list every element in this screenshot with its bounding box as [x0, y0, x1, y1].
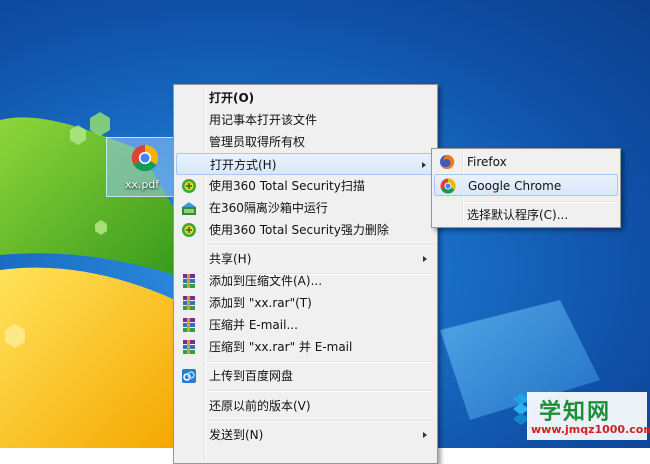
menu-item-add-to-archive[interactable]: 添加到压缩文件(A)... — [176, 270, 435, 292]
menu-item-label: 添加到 "xx.rar"(T) — [209, 296, 312, 310]
menu-item-label: 使用360 Total Security强力删除 — [209, 223, 389, 237]
menu-item-label: 压缩到 "xx.rar" 并 E-mail — [209, 340, 353, 354]
menu-item-label: 打开(O) — [209, 91, 255, 105]
submenu-arrow-icon — [423, 256, 427, 262]
menu-item-compress-and-email[interactable]: 压缩并 E-mail... — [176, 314, 435, 336]
menu-separator — [206, 390, 435, 392]
menu-item-upload-baidu[interactable]: 上传到百度网盘 — [176, 365, 435, 387]
menu-separator — [206, 361, 435, 363]
menu-item-label: 上传到百度网盘 — [209, 369, 294, 383]
submenu-arrow-icon — [422, 162, 426, 168]
desktop-file-name: xx.pdf — [124, 178, 160, 191]
menu-item-360-scan[interactable]: 使用360 Total Security扫描 — [176, 175, 435, 197]
chrome-icon — [131, 144, 159, 172]
menu-item-label: 管理员取得所有权 — [209, 135, 306, 149]
submenu-arrow-icon — [423, 432, 427, 438]
menu-item-add-to-xx-rar[interactable]: 添加到 "xx.rar"(T) — [176, 292, 435, 314]
winrar-icon — [183, 274, 195, 288]
watermark: 学知网 www.jmqz1000.com — [527, 392, 650, 440]
menu-item-label: 共享(H) — [209, 252, 252, 266]
menu-item-label: 用记事本打开该文件 — [209, 113, 318, 127]
menu-item-label: 选择默认程序(C)... — [467, 208, 569, 222]
menu-item-compress-to-xx-rar-and-email[interactable]: 压缩到 "xx.rar" 并 E-mail — [176, 336, 435, 358]
menu-item-label: 在360隔离沙箱中运行 — [209, 201, 328, 215]
menu-item-open-with-notepad[interactable]: 用记事本打开该文件 — [176, 109, 435, 131]
submenu-item-firefox[interactable]: Firefox — [434, 151, 618, 173]
menu-item-360-sandbox[interactable]: 在360隔离沙箱中运行 — [176, 197, 435, 219]
menu-item-label: 添加到压缩文件(A)... — [209, 274, 323, 288]
winrar-icon — [183, 318, 195, 332]
watermark-title: 学知网 — [539, 400, 612, 425]
submenu-item-google-chrome[interactable]: Google Chrome — [434, 174, 618, 196]
menu-separator — [464, 201, 618, 203]
context-menu: 打开(O) 用记事本打开该文件 管理员取得所有权 打开方式(H) 使用360 T… — [173, 84, 438, 464]
submenu-item-choose-default-program[interactable]: 选择默认程序(C)... — [434, 204, 618, 226]
watermark-url: www.jmqz1000.com — [531, 423, 650, 436]
winrar-icon — [183, 296, 195, 310]
menu-item-restore-previous-versions[interactable]: 还原以前的版本(V) — [176, 395, 435, 417]
menu-separator — [206, 420, 435, 422]
desktop-background: xx.pdf 打开(O) 用记事本打开该文件 管理员取得所有权 打开方式(H) … — [0, 0, 650, 464]
menu-item-360-force-delete[interactable]: 使用360 Total Security强力删除 — [176, 219, 435, 241]
winrar-icon — [183, 340, 195, 354]
menu-item-label: 发送到(N) — [209, 428, 264, 442]
menu-item-share[interactable]: 共享(H) — [176, 248, 435, 270]
sandbox-icon — [182, 202, 196, 215]
menu-item-label: 使用360 Total Security扫描 — [209, 179, 365, 193]
menu-item-open[interactable]: 打开(O) — [176, 87, 435, 109]
360-icon — [182, 179, 196, 193]
menu-item-label: 还原以前的版本(V) — [209, 399, 311, 413]
menu-item-label: 压缩并 E-mail... — [209, 318, 298, 332]
baidu-netdisk-icon — [182, 369, 196, 383]
chrome-icon — [440, 178, 456, 194]
menu-item-label: Firefox — [467, 155, 507, 169]
open-with-submenu: Firefox Google Chrome 选择默认程序(C)... — [431, 148, 621, 228]
menu-separator — [206, 244, 435, 246]
menu-item-label: 打开方式(H) — [210, 158, 277, 172]
firefox-icon — [440, 154, 455, 169]
menu-item-open-with[interactable]: 打开方式(H) — [176, 153, 435, 175]
menu-item-send-to[interactable]: 发送到(N) — [176, 424, 435, 446]
menu-item-take-ownership[interactable]: 管理员取得所有权 — [176, 131, 435, 153]
menu-item-label: Google Chrome — [468, 179, 562, 193]
desktop-file-icon[interactable]: xx.pdf — [106, 137, 178, 197]
360-icon — [182, 223, 196, 237]
